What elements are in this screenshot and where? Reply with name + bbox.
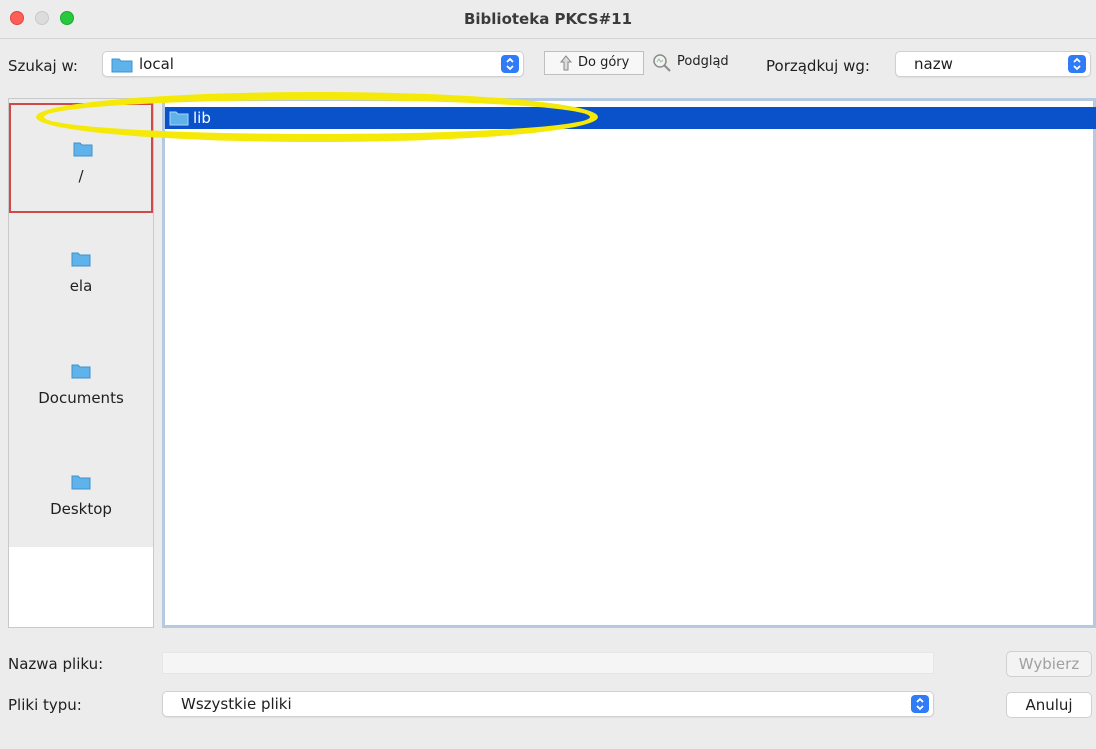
place-documents[interactable]: Documents — [9, 327, 153, 437]
folder-icon — [71, 474, 91, 494]
preview-button-label: Podgląd — [677, 54, 729, 69]
filetype-label: Pliki typu: — [8, 696, 82, 714]
sort-value: nazw — [914, 55, 953, 73]
filetype-combo[interactable]: Wszystkie pliki — [162, 691, 934, 717]
chevron-updown-icon — [501, 55, 519, 73]
filetype-value: Wszystkie pliki — [181, 695, 292, 713]
choose-button[interactable]: Wybierz — [1006, 651, 1092, 677]
place-desktop[interactable]: Desktop — [9, 438, 153, 548]
preview-button[interactable]: Podgląd — [650, 51, 742, 75]
file-name: lib — [193, 109, 211, 127]
filename-label: Nazwa pliku: — [8, 655, 104, 673]
up-button-label: Do góry — [578, 55, 630, 70]
place-label: / — [78, 167, 84, 185]
place-ela[interactable]: ela — [9, 215, 153, 325]
place-label: ela — [69, 277, 93, 295]
place-label: Documents — [38, 389, 124, 407]
look-in-value: local — [139, 55, 174, 73]
folder-icon — [71, 363, 91, 383]
chevron-updown-icon — [911, 695, 929, 713]
list-item[interactable]: lib — [165, 107, 1096, 129]
preview-icon — [652, 53, 672, 77]
sort-label: Porządkuj wg: — [766, 57, 870, 75]
title-bar: Biblioteka PKCS#11 — [0, 0, 1096, 39]
look-in-combo[interactable]: local — [102, 51, 524, 77]
folder-icon — [111, 56, 133, 77]
window-title: Biblioteka PKCS#11 — [463, 10, 633, 28]
filename-field[interactable] — [162, 652, 934, 674]
arrow-up-icon — [559, 55, 573, 75]
folder-icon — [73, 141, 93, 161]
file-list[interactable]: lib — [162, 98, 1096, 628]
cancel-button[interactable]: Anuluj — [1006, 692, 1092, 718]
places-sidebar: / ela Documents Desktop — [8, 98, 154, 628]
folder-icon — [169, 110, 189, 130]
look-in-label: Szukaj w: — [8, 57, 78, 75]
folder-icon — [71, 251, 91, 271]
chevron-updown-icon — [1068, 55, 1086, 73]
place-root[interactable]: / — [9, 103, 153, 213]
place-label: Desktop — [50, 500, 112, 518]
sort-combo[interactable]: nazw — [895, 51, 1091, 77]
up-button[interactable]: Do góry — [544, 51, 644, 75]
